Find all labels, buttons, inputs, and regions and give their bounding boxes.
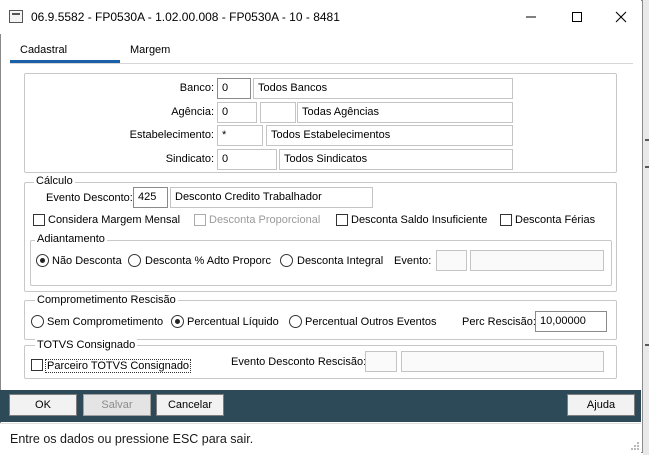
percentual-outros-eventos-radio[interactable] — [289, 315, 302, 328]
evento-desconto-description-field: Desconto Credito Trabalhador — [170, 187, 373, 208]
close-icon — [615, 11, 627, 23]
adiantamento-evento-code-field[interactable] — [436, 250, 467, 271]
banco-code-field[interactable]: 0 — [217, 78, 251, 99]
window-title: 06.9.5582 - FP0530A - 1.02.00.008 - FP05… — [31, 10, 340, 24]
perc-rescisao-label: Perc Rescisão: — [462, 316, 536, 328]
background-mark — [645, 166, 649, 168]
agencia-description-field: Todas Agências — [297, 102, 513, 123]
desconta-saldo-label: Desconta Saldo Insuficiente — [351, 214, 488, 226]
estabelecimento-description-field: Todos Estabelecimentos — [266, 125, 513, 146]
sindicato-label: Sindicato: — [165, 153, 214, 165]
tab-margem[interactable]: Margem — [124, 42, 176, 62]
evento-desconto-rescisao-label: Evento Desconto Rescisão: — [231, 356, 367, 368]
percentual-liquido-label: Percentual Líquido — [187, 316, 279, 328]
sem-comprometimento-label: Sem Comprometimento — [47, 316, 164, 328]
salvar-button[interactable]: Salvar — [83, 394, 151, 416]
parceiro-totvs-label: Parceiro TOTVS Consignado — [45, 359, 192, 373]
background-mark — [645, 139, 649, 141]
perc-rescisao-field[interactable]: 10,00000 — [535, 311, 607, 332]
evento-desconto-rescisao-code-field[interactable] — [365, 351, 397, 372]
evento-desconto-rescisao-description-field — [401, 351, 604, 372]
desconta-ferias-checkbox[interactable] — [500, 214, 512, 226]
tab-cadastral[interactable]: Cadastral — [14, 42, 73, 62]
evento-desconto-label: Evento Desconto: — [46, 192, 133, 204]
cancelar-button[interactable]: Cancelar — [156, 394, 224, 416]
estabelecimento-label: Estabelecimento: — [129, 129, 214, 141]
agencia-label: Agência: — [171, 106, 214, 118]
minimize-icon — [526, 16, 536, 18]
sem-comprometimento-radio[interactable] — [31, 315, 44, 328]
background-mark — [645, 344, 649, 346]
nao-desconta-radio[interactable] — [36, 254, 49, 267]
ajuda-button[interactable]: Ajuda — [567, 394, 635, 416]
banco-label: Banco: — [179, 82, 214, 94]
desconta-saldo-checkbox[interactable] — [336, 214, 348, 226]
considera-margem-label: Considera Margem Mensal — [48, 214, 181, 226]
app-icon — [9, 10, 23, 23]
resize-grip-icon[interactable] — [630, 441, 640, 451]
adiantamento-group-title: Adiantamento — [35, 233, 107, 245]
desconta-proporcional-label: Desconta Proporcional — [209, 214, 321, 226]
parceiro-totvs-checkbox[interactable] — [31, 359, 43, 371]
evento-desconto-code-field[interactable]: 425 — [133, 187, 168, 208]
sindicato-description-field: Todos Sindicatos — [279, 149, 513, 170]
adiantamento-evento-description-field — [470, 250, 604, 271]
percentual-liquido-radio[interactable] — [171, 315, 184, 328]
percentual-outros-eventos-label: Percentual Outros Eventos — [305, 316, 437, 328]
title-bar: 06.9.5582 - FP0530A - 1.02.00.008 - FP05… — [0, 0, 641, 34]
minimize-button[interactable] — [508, 3, 554, 31]
background-window-edge — [643, 0, 649, 455]
sindicato-code-field[interactable]: 0 — [217, 149, 277, 170]
desconta-integral-label: Desconta Integral — [297, 255, 384, 267]
maximize-icon — [572, 12, 582, 22]
close-button[interactable] — [598, 3, 644, 31]
desconta-integral-radio[interactable] — [280, 254, 293, 267]
calculo-group-title: Cálculo — [34, 175, 75, 187]
tabs-divider — [10, 63, 633, 64]
agencia-code-field[interactable]: 0 — [217, 102, 257, 123]
ok-button[interactable]: OK — [9, 394, 77, 416]
desconta-adto-proporc-label: Desconta % Adto Proporc — [145, 255, 271, 267]
adiantamento-evento-label: Evento: — [394, 255, 432, 267]
agencia-code2-field[interactable] — [260, 102, 296, 123]
maximize-button[interactable] — [554, 3, 600, 31]
desconta-ferias-label: Desconta Férias — [515, 214, 596, 226]
status-message: Entre os dados ou pressione ESC para sai… — [10, 432, 254, 446]
desconta-adto-proporc-radio[interactable] — [128, 254, 141, 267]
totvs-group-title: TOTVS Consignado — [35, 339, 138, 351]
desconta-proporcional-checkbox[interactable] — [194, 214, 206, 226]
estabelecimento-code-field[interactable]: * — [217, 125, 263, 146]
banco-description-field: Todos Bancos — [253, 78, 513, 99]
nao-desconta-label: Não Desconta — [52, 255, 122, 267]
considera-margem-checkbox[interactable] — [33, 214, 45, 226]
rescisao-group-title: Comprometimento Rescisão — [35, 294, 178, 306]
